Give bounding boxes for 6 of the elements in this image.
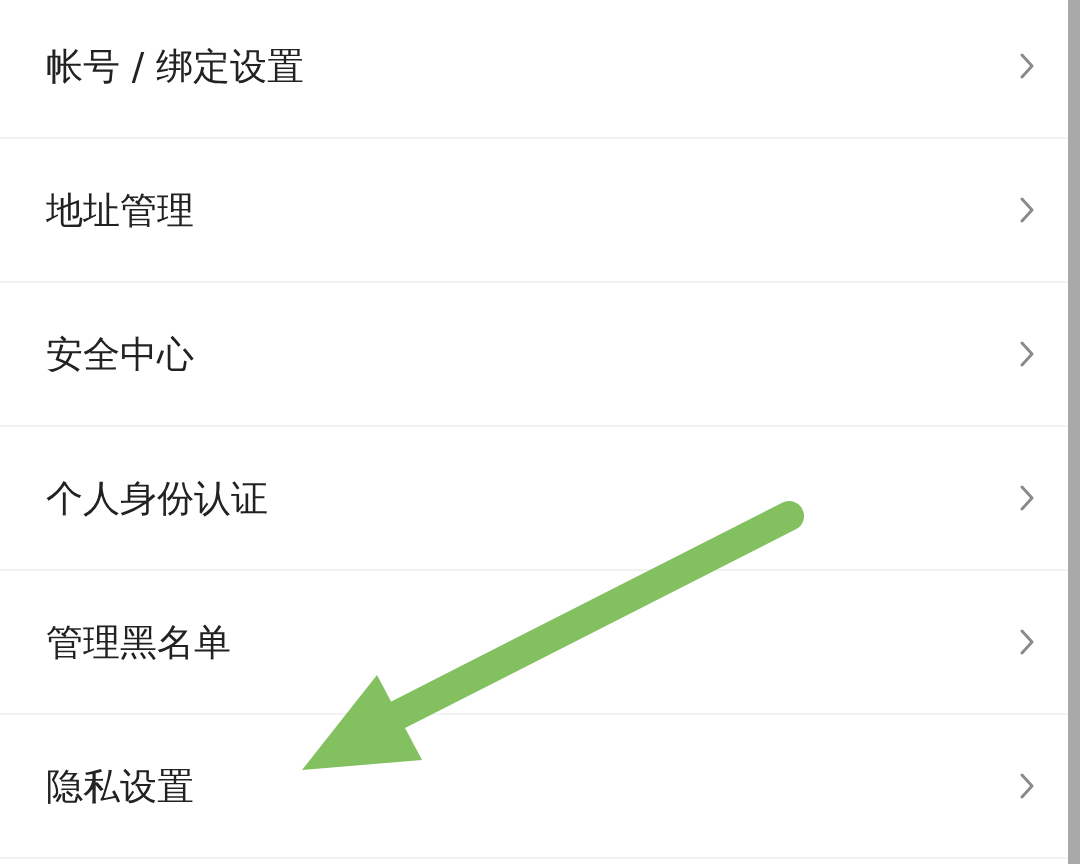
chevron-right-icon [1020,773,1034,799]
chevron-right-icon [1020,485,1034,511]
chevron-right-icon [1020,53,1034,79]
chevron-right-icon [1020,629,1034,655]
chevron-right-icon [1020,197,1034,223]
chevron-right-icon [1020,341,1034,367]
